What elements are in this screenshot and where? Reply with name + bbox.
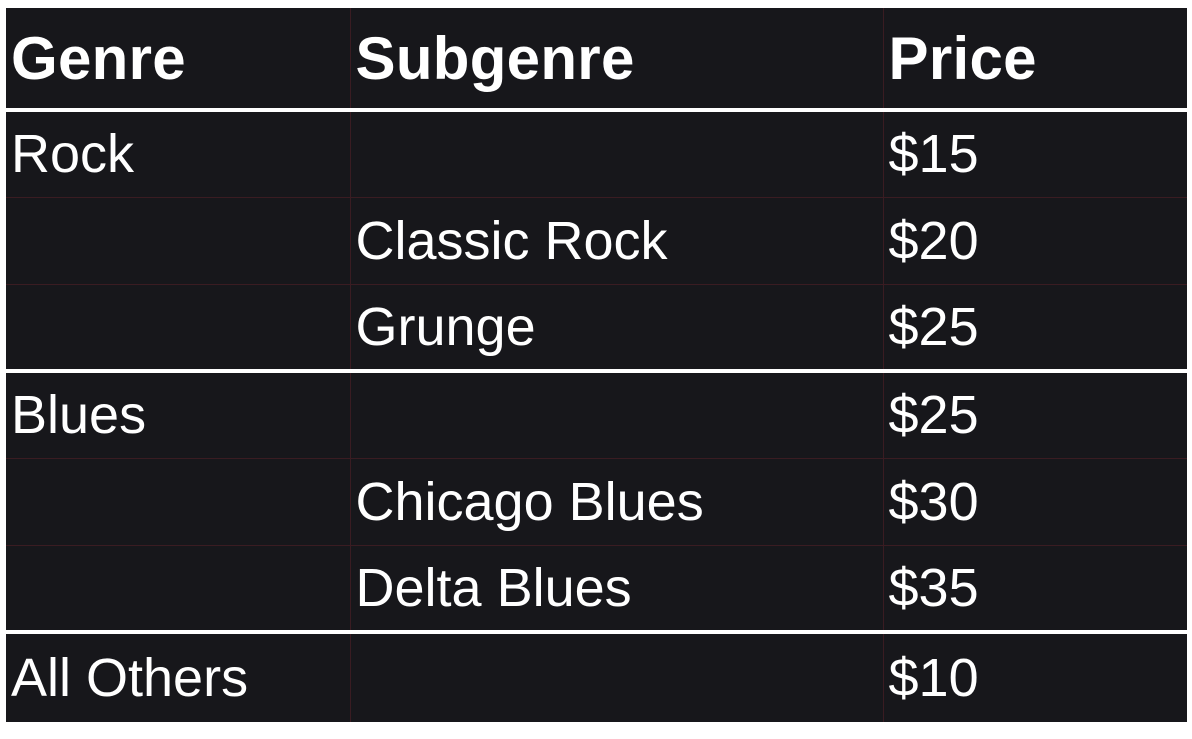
subgenre-cell — [349, 630, 883, 725]
price-cell: $25 — [882, 283, 1187, 371]
price-cell: $15 — [882, 108, 1187, 197]
genre-cell: Rock — [6, 108, 350, 197]
table-body: Rock $15 Classic Rock $20 Grunge $25 Blu… — [6, 108, 1187, 725]
table-header: Genre Subgenre Price — [6, 8, 1187, 110]
price-cell: $35 — [882, 544, 1187, 632]
price-cell: $30 — [882, 457, 1187, 545]
price-cell: $20 — [882, 196, 1187, 284]
subgenre-cell: Grunge — [349, 283, 883, 371]
subgenre-cell — [349, 369, 883, 458]
header-row: Genre Subgenre Price — [6, 8, 1187, 110]
table-row: All Others $10 — [6, 630, 1187, 725]
table-row: Blues $25 — [6, 369, 1187, 458]
genre-cell — [6, 457, 350, 545]
table-row: Grunge $25 — [6, 283, 1187, 371]
header-price: Price — [882, 8, 1187, 110]
table-row: Delta Blues $35 — [6, 544, 1187, 632]
subgenre-cell: Delta Blues — [349, 544, 883, 632]
genre-cell — [6, 544, 350, 632]
header-subgenre: Subgenre — [349, 8, 883, 110]
subgenre-cell: Chicago Blues — [349, 457, 883, 545]
genre-cell — [6, 283, 350, 371]
header-genre: Genre — [11, 24, 186, 92]
table-row: Rock $15 — [6, 108, 1187, 197]
price-cell: $10 — [882, 630, 1187, 725]
table-row: Classic Rock $20 — [6, 196, 1187, 284]
genre-cell: Blues — [6, 369, 350, 458]
subgenre-cell: Classic Rock — [349, 196, 883, 284]
table-row: Chicago Blues $30 — [6, 457, 1187, 545]
genre-price-table: Genre Subgenre Price Rock $15 Classic Ro… — [6, 8, 1187, 725]
genre-cell — [6, 196, 350, 284]
subgenre-cell — [349, 108, 883, 197]
price-cell: $25 — [882, 369, 1187, 458]
page: Genre Subgenre Price Rock $15 Classic Ro… — [0, 0, 1192, 739]
genre-cell: All Others — [6, 630, 350, 725]
